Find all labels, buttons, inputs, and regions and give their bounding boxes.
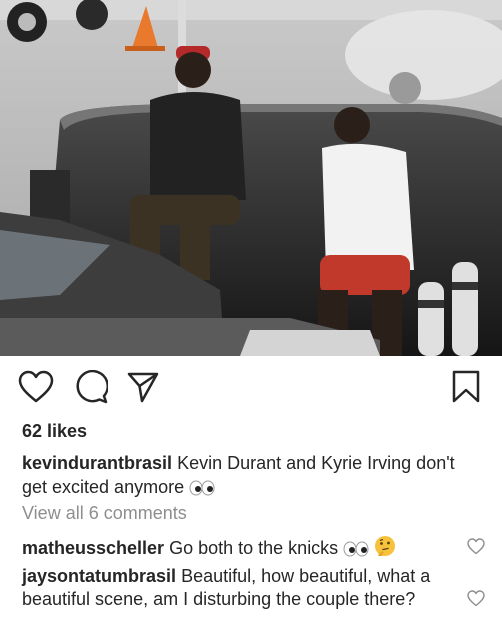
- view-all-comments-link[interactable]: View all 6 comments: [22, 503, 187, 524]
- comment-like-heart-icon[interactable]: [467, 590, 485, 607]
- comment-username[interactable]: matheusscheller: [22, 538, 164, 558]
- comment-item: matheusscheller Go both to the knicks: [22, 535, 452, 560]
- bookmark-icon[interactable]: [451, 370, 481, 404]
- comment-username[interactable]: jaysontatumbrasil: [22, 566, 176, 586]
- post-photo[interactable]: [0, 0, 502, 356]
- comment-item: jaysontatumbrasil Beautiful, how beautif…: [22, 565, 452, 611]
- like-count[interactable]: 62 likes: [22, 421, 87, 442]
- paper-plane-icon[interactable]: [126, 370, 160, 404]
- post-photo-illustration: [0, 0, 502, 356]
- comment-like-heart-icon[interactable]: [467, 538, 485, 555]
- speech-bubble-icon[interactable]: [74, 370, 108, 404]
- action-bar: [0, 356, 502, 416]
- eyes-emoji: [189, 480, 215, 496]
- eyes-emoji: [343, 541, 369, 557]
- comment-text: Go both to the knicks: [169, 538, 339, 558]
- caption-username[interactable]: kevindurantbrasil: [22, 453, 172, 473]
- thinking-face-emoji: [375, 536, 396, 556]
- post-caption: kevindurantbrasil Kevin Durant and Kyrie…: [22, 451, 484, 499]
- heart-outline-icon[interactable]: [18, 370, 54, 404]
